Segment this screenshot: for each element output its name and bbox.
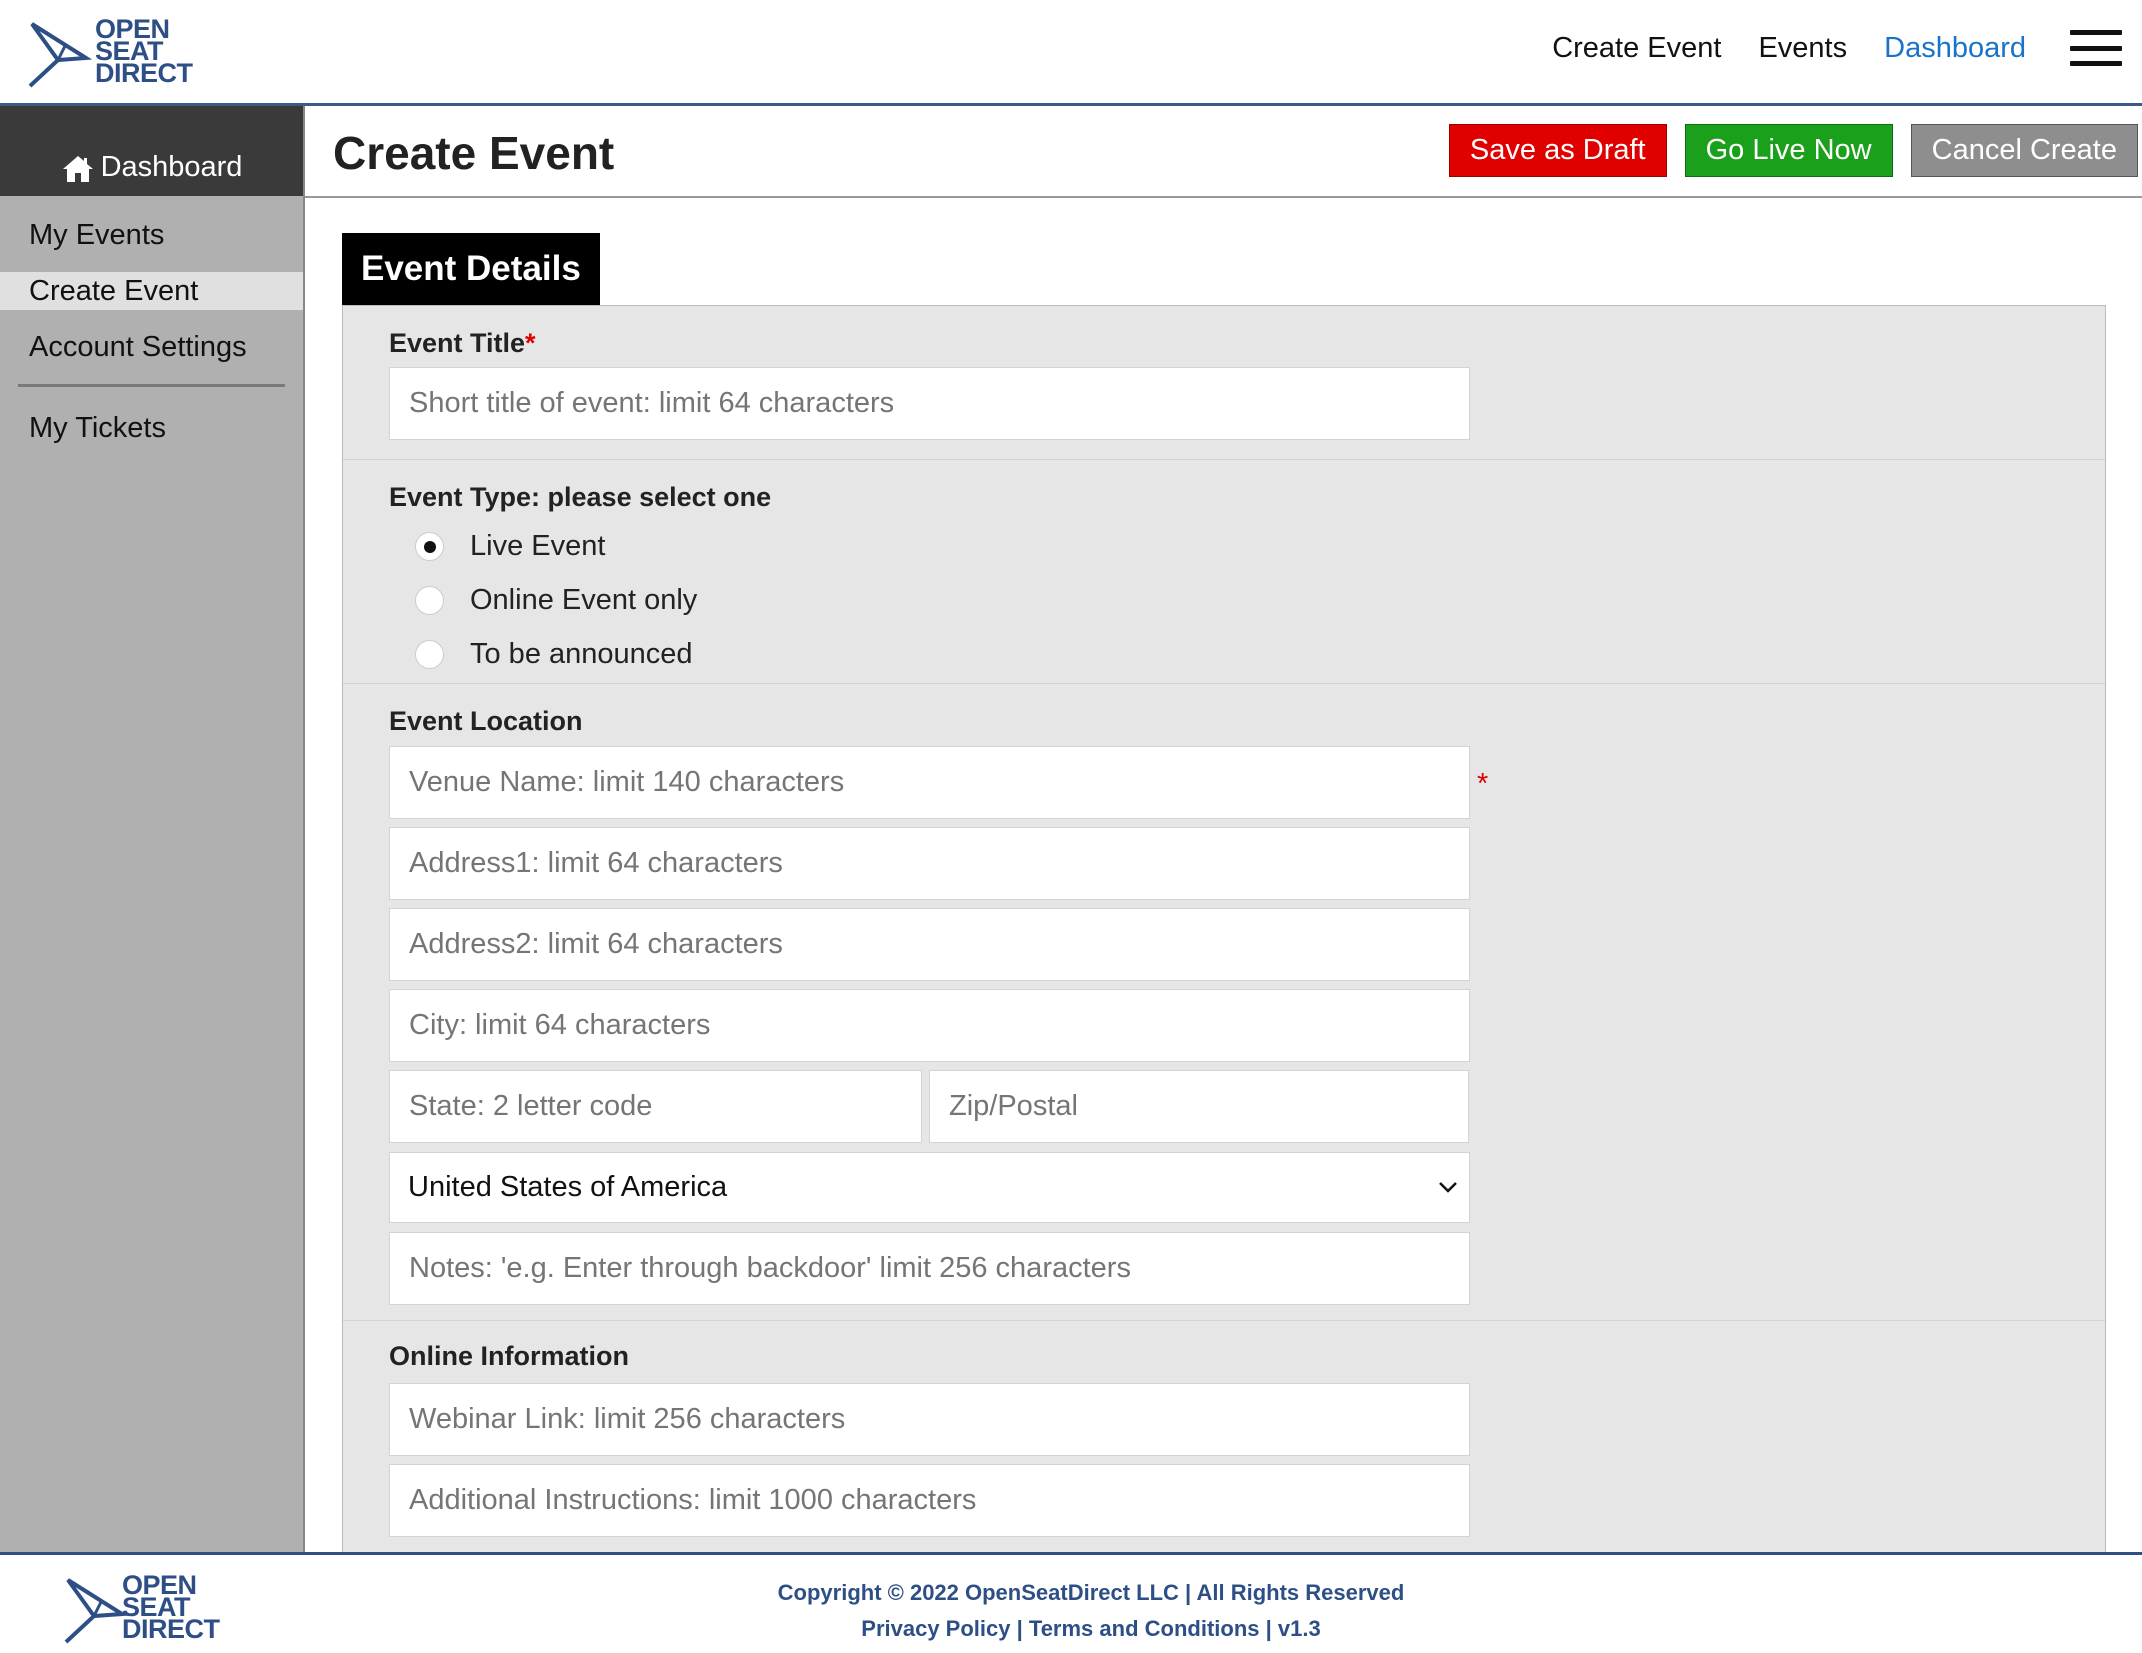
notes-input[interactable] bbox=[389, 1232, 1470, 1305]
privacy-policy-link[interactable]: Privacy Policy bbox=[861, 1616, 1010, 1641]
radio-button[interactable] bbox=[415, 585, 444, 615]
event-type-section: Event Type: please select one Live Event… bbox=[343, 460, 2105, 684]
event-title-input[interactable] bbox=[389, 367, 1470, 440]
save-draft-button[interactable]: Save as Draft bbox=[1448, 124, 1667, 177]
event-title-label: Event Title* bbox=[389, 328, 536, 358]
nav-dashboard[interactable]: Dashboard bbox=[1884, 32, 2026, 65]
main-nav: Create Event Events Dashboard bbox=[1515, 30, 2122, 66]
radio-button[interactable] bbox=[415, 639, 444, 669]
footer-links: Privacy Policy | Terms and Conditions | … bbox=[861, 1616, 1321, 1641]
zip-input[interactable] bbox=[929, 1070, 1469, 1143]
nav-create-event[interactable]: Create Event bbox=[1552, 32, 1721, 65]
cancel-create-button[interactable]: Cancel Create bbox=[1910, 124, 2138, 177]
event-details-panel: Event Title* Event Type: please select o… bbox=[342, 305, 2106, 1552]
required-asterisk: * bbox=[525, 328, 536, 358]
online-info-section: Online Information bbox=[343, 1321, 2105, 1552]
city-input[interactable] bbox=[389, 989, 1470, 1062]
event-location-label: Event Location bbox=[389, 706, 583, 736]
sidebar: Dashboard My Events Create Event Account… bbox=[0, 106, 305, 1552]
radio-live-event[interactable]: Live Event bbox=[389, 519, 2105, 573]
go-live-button[interactable]: Go Live Now bbox=[1684, 124, 1893, 177]
plane-icon bbox=[28, 22, 93, 88]
footer-text: Copyright © 2022 OpenSeatDirect LLC | Al… bbox=[0, 1575, 2142, 1647]
sidebar-header[interactable]: Dashboard bbox=[0, 106, 303, 196]
state-input[interactable] bbox=[389, 1070, 922, 1143]
top-header: OPEN SEAT DIRECT Create Event Events Das… bbox=[0, 0, 2142, 106]
page-title: Create Event bbox=[333, 127, 615, 179]
page-header: Create Event Save as Draft Go Live Now C… bbox=[305, 106, 2142, 198]
chevron-down-icon bbox=[1439, 1182, 1457, 1193]
address2-input[interactable] bbox=[389, 908, 1470, 981]
hamburger-icon[interactable] bbox=[2070, 30, 2122, 66]
sidebar-header-label: Dashboard bbox=[100, 151, 243, 183]
main-content: Create Event Save as Draft Go Live Now C… bbox=[305, 106, 2142, 1552]
radio-tba[interactable]: To be announced bbox=[389, 627, 2105, 681]
additional-instructions-input[interactable] bbox=[389, 1464, 1470, 1537]
nav-events[interactable]: Events bbox=[1758, 32, 1847, 65]
country-select[interactable]: United States of America bbox=[389, 1152, 1470, 1223]
footer: OPEN SEAT DIRECT Copyright © 2022 OpenSe… bbox=[0, 1552, 2142, 1653]
sidebar-item-create-event[interactable]: Create Event bbox=[0, 272, 303, 310]
webinar-link-input[interactable] bbox=[389, 1383, 1470, 1456]
brand-logo[interactable]: OPEN SEAT DIRECT bbox=[28, 16, 193, 90]
radio-label: Live Event bbox=[470, 529, 606, 562]
action-buttons: Save as Draft Go Live Now Cancel Create bbox=[1431, 124, 2138, 177]
radio-online-event[interactable]: Online Event only bbox=[389, 573, 2105, 627]
sidebar-item-account-settings[interactable]: Account Settings bbox=[0, 328, 303, 366]
venue-required-asterisk: * bbox=[1477, 768, 1489, 800]
online-info-label: Online Information bbox=[389, 1341, 629, 1371]
tab-event-details[interactable]: Event Details bbox=[342, 233, 600, 305]
country-select-value: United States of America bbox=[408, 1171, 728, 1203]
event-location-section: Event Location * United States of Americ… bbox=[343, 684, 2105, 1321]
sidebar-item-my-events[interactable]: My Events bbox=[0, 216, 303, 254]
event-title-section: Event Title* bbox=[343, 306, 2105, 460]
brand-wordmark: OPEN SEAT DIRECT bbox=[95, 14, 193, 88]
event-type-label: Event Type: please select one bbox=[389, 482, 772, 512]
radio-label: To be announced bbox=[470, 637, 693, 670]
venue-name-input[interactable] bbox=[389, 746, 1470, 819]
sidebar-item-my-tickets[interactable]: My Tickets bbox=[0, 409, 303, 447]
sidebar-divider bbox=[18, 384, 285, 387]
address1-input[interactable] bbox=[389, 827, 1470, 900]
version-text: v1.3 bbox=[1277, 1616, 1321, 1641]
sidebar-list: My Events Create Event Account Settings … bbox=[0, 196, 303, 447]
radio-button[interactable] bbox=[415, 531, 444, 561]
terms-link[interactable]: Terms and Conditions bbox=[1029, 1616, 1260, 1641]
radio-label: Online Event only bbox=[470, 583, 698, 616]
home-icon bbox=[62, 156, 93, 182]
copyright-text: Copyright © 2022 OpenSeatDirect LLC | Al… bbox=[777, 1580, 1405, 1605]
